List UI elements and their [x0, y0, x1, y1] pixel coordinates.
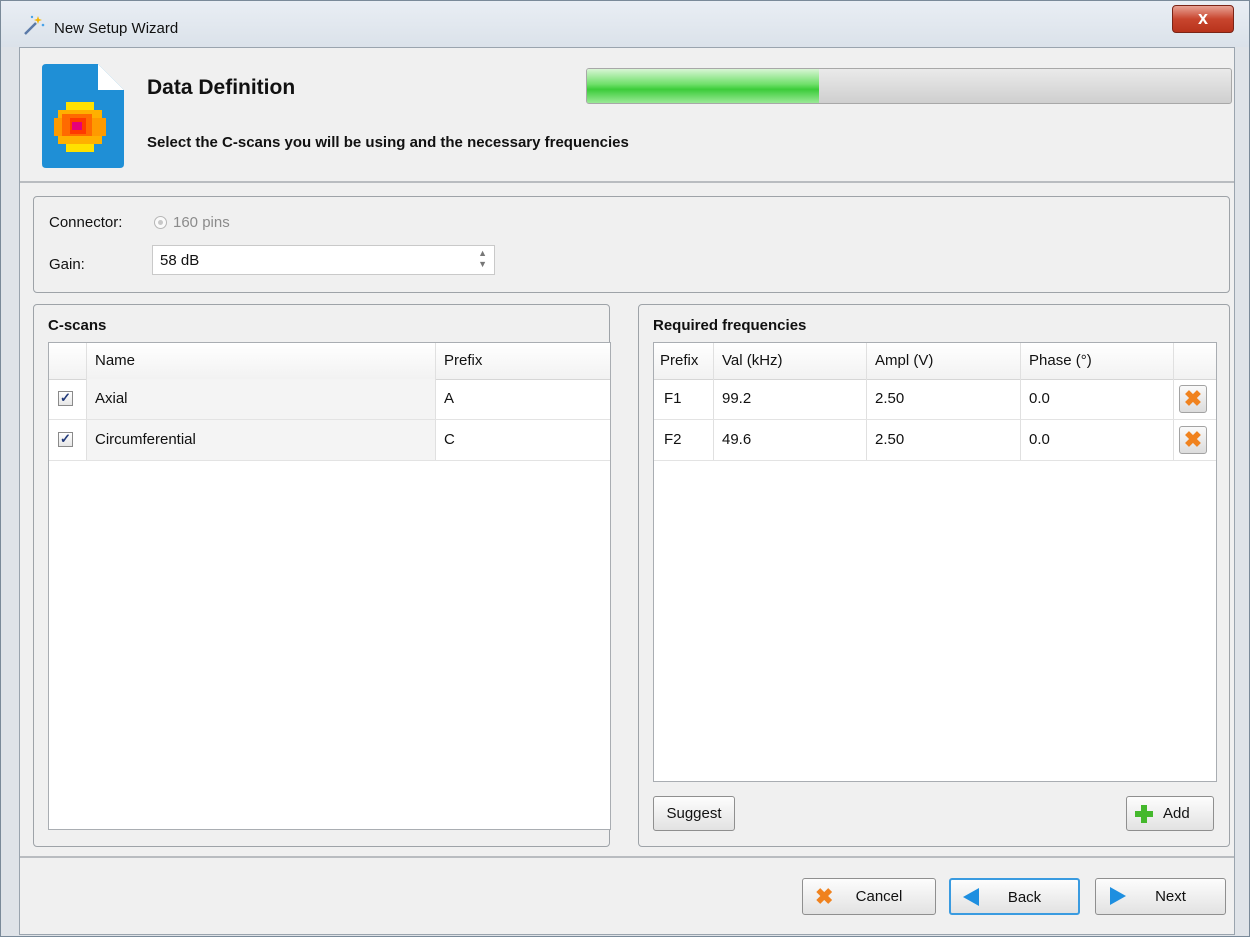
cancel-label: Cancel	[855, 888, 903, 905]
close-button[interactable]: x	[1172, 5, 1234, 33]
cscans-title: C-scans	[48, 317, 107, 334]
wizard-progress-bar	[586, 68, 1232, 104]
column-header-phase[interactable]: Phase (°)	[1021, 343, 1174, 379]
gain-spinbox[interactable]: 58 dB ▲ ▼	[152, 245, 495, 275]
table-row[interactable]: ✓ Circumferential C	[49, 420, 610, 461]
frequencies-table: Prefix Val (kHz) Ampl (V) Phase (°) F1 9…	[653, 342, 1217, 782]
cscans-table: Name Prefix ✓ Axial A ✓ Circumferential …	[48, 342, 611, 830]
x-icon: ✖	[1183, 427, 1203, 452]
column-header-prefix[interactable]: Prefix	[654, 343, 714, 379]
column-header-prefix[interactable]: Prefix	[436, 343, 610, 379]
wizard-client-area: Data Definition Select the C-scans you w…	[19, 47, 1235, 935]
wizard-header: Data Definition Select the C-scans you w…	[20, 48, 1234, 183]
column-header-val[interactable]: Val (kHz)	[714, 343, 867, 379]
frequencies-title: Required frequencies	[653, 317, 807, 334]
table-header: Name Prefix	[49, 343, 610, 380]
cscan-prefix[interactable]: C	[436, 420, 610, 460]
gain-label: Gain:	[49, 256, 85, 273]
check-column-header	[49, 343, 87, 379]
add-label: Add	[1163, 805, 1190, 822]
freq-ampl[interactable]: 2.50	[867, 379, 1021, 419]
frequencies-group: Required frequencies Prefix Val (kHz) Am…	[638, 304, 1230, 847]
cscans-group: C-scans Name Prefix ✓ Axial A ✓ Circumfe…	[33, 304, 611, 847]
wizard-window: New Setup Wizard x Data Definition Selec…	[0, 0, 1250, 937]
window-title: New Setup Wizard	[54, 20, 179, 37]
delete-frequency-button[interactable]: ✖	[1179, 426, 1207, 454]
freq-ampl[interactable]: 2.50	[867, 420, 1021, 460]
cscan-prefix[interactable]: A	[436, 379, 610, 419]
freq-phase[interactable]: 0.0	[1021, 420, 1174, 460]
freq-val[interactable]: 99.2	[714, 379, 867, 419]
table-row[interactable]: ✓ Axial A	[49, 379, 610, 420]
spin-arrows-icon[interactable]: ▲ ▼	[478, 248, 487, 270]
suggest-button[interactable]: Suggest	[653, 796, 735, 831]
plus-icon	[1135, 805, 1153, 823]
delete-column-header	[1174, 343, 1216, 379]
back-button[interactable]: Back	[949, 878, 1080, 915]
next-label: Next	[1155, 888, 1186, 905]
cancel-button[interactable]: ✖ Cancel	[802, 878, 936, 915]
connector-radio	[154, 216, 167, 229]
table-row[interactable]: F1 99.2 2.50 0.0 ✖	[654, 379, 1216, 420]
cscan-name[interactable]: Axial	[87, 379, 436, 419]
freq-phase[interactable]: 0.0	[1021, 379, 1174, 419]
next-button[interactable]: Next	[1095, 878, 1226, 915]
column-header-ampl[interactable]: Ampl (V)	[867, 343, 1021, 379]
x-icon: ✖	[1183, 386, 1203, 411]
page-subtitle: Select the C-scans you will be using and…	[147, 134, 629, 151]
freq-val[interactable]: 49.6	[714, 420, 867, 460]
cscan-checkbox-axial[interactable]: ✓	[58, 391, 73, 406]
table-header: Prefix Val (kHz) Ampl (V) Phase (°)	[654, 343, 1216, 380]
title-bar: New Setup Wizard x	[1, 1, 1249, 47]
back-label: Back	[1007, 889, 1042, 906]
gain-value: 58 dB	[160, 252, 200, 269]
freq-prefix[interactable]: F1	[654, 379, 714, 419]
file-heatmap-icon	[42, 64, 124, 168]
check-cell: ✓	[49, 420, 87, 460]
magic-wand-icon	[24, 15, 45, 35]
check-cell: ✓	[49, 379, 87, 419]
progress-fill	[587, 69, 819, 103]
page-title: Data Definition	[147, 76, 296, 99]
connector-gain-group: Connector: 160 pins Gain: 58 dB ▲ ▼	[33, 196, 1230, 293]
column-header-name[interactable]: Name	[87, 343, 436, 379]
cscan-checkbox-circumferential[interactable]: ✓	[58, 432, 73, 447]
connector-value: 160 pins	[173, 214, 230, 231]
cscan-name[interactable]: Circumferential	[87, 420, 436, 460]
delete-frequency-button[interactable]: ✖	[1179, 385, 1207, 413]
add-frequency-button[interactable]: Add	[1126, 796, 1214, 831]
connector-label: Connector:	[49, 214, 123, 231]
freq-prefix[interactable]: F2	[654, 420, 714, 460]
table-row[interactable]: F2 49.6 2.50 0.0 ✖	[654, 420, 1216, 461]
wizard-footer: ✖ Cancel Back Next	[20, 856, 1234, 936]
